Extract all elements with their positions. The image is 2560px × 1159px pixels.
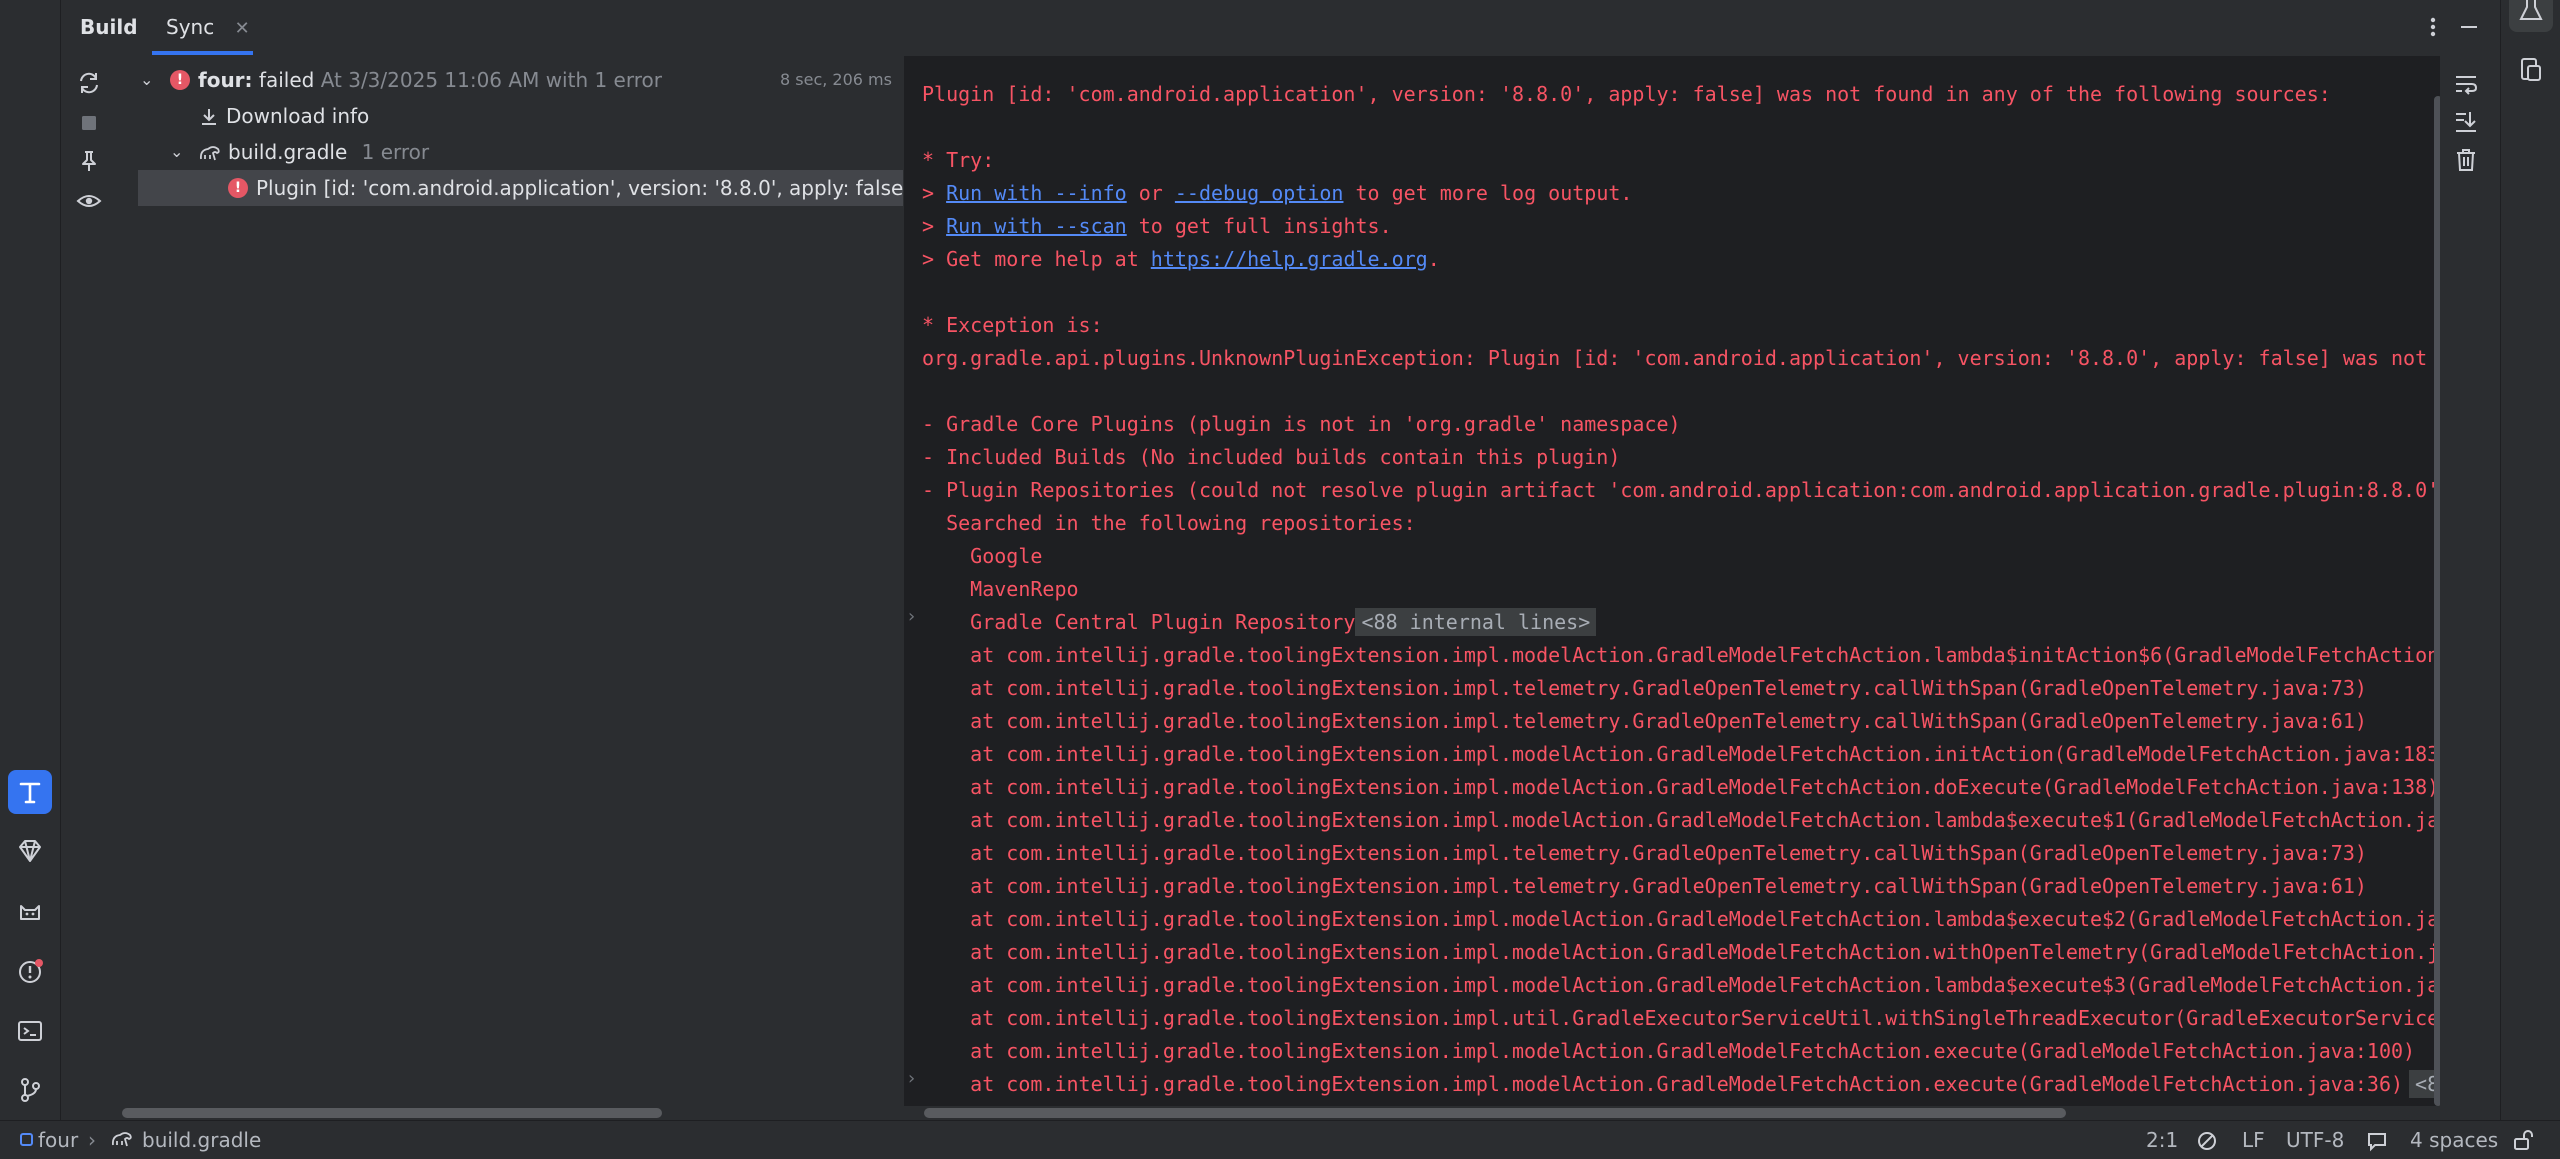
stack-line: at com.intellij.gradle.toolingExtension.…	[922, 643, 2440, 667]
git-branch-icon[interactable]	[8, 1068, 52, 1112]
console-output[interactable]: Plugin [id: 'com.android.application', v…	[904, 56, 2440, 1106]
gradle-elephant-icon	[110, 1128, 134, 1150]
left-tool-stripe	[0, 0, 61, 1120]
console-line: > Run with --info or --debug option to g…	[922, 181, 1633, 205]
stack-line: at com.intellij.gradle.toolingExtension.…	[922, 1068, 2440, 1101]
soft-wrap-icon[interactable]	[2452, 70, 2480, 98]
stack-line: at com.intellij.gradle.toolingExtension.…	[922, 676, 2367, 700]
file-encoding[interactable]: UTF-8	[2286, 1121, 2344, 1159]
tree-root-name: four:	[198, 68, 253, 92]
stop-icon[interactable]	[74, 108, 104, 138]
eye-icon[interactable]	[74, 186, 104, 216]
tab-sync[interactable]: Sync ✕	[166, 0, 250, 56]
breadcrumb-file[interactable]: build.gradle	[142, 1121, 261, 1159]
console-line: Gradle Central Plugin Repository <88 inte…	[922, 606, 1597, 639]
debug-option-link[interactable]: --debug option	[1175, 181, 1344, 205]
active-tab-indicator	[152, 51, 253, 55]
error-icon: !	[170, 70, 190, 90]
right-tool-stripe	[2500, 0, 2560, 1120]
error-icon: !	[228, 178, 248, 198]
stack-line: at com.intellij.gradle.toolingExtension.…	[922, 841, 2367, 865]
indent-setting[interactable]: 4 spaces	[2410, 1121, 2498, 1159]
minimize-icon[interactable]	[2454, 12, 2484, 42]
tab-sync-label: Sync	[166, 15, 215, 39]
console-line: - Included Builds (No included builds co…	[922, 445, 1621, 469]
console-line: * Try:	[922, 148, 995, 172]
stack-line: at com.intellij.gradle.toolingExtension.…	[922, 808, 2440, 832]
close-icon[interactable]: ✕	[235, 18, 250, 39]
more-options-icon[interactable]	[2418, 12, 2448, 42]
unlock-icon[interactable]	[2512, 1129, 2534, 1151]
stack-line: at com.intellij.gradle.toolingExtension.…	[922, 775, 2440, 799]
flask-icon[interactable]	[2509, 0, 2553, 32]
gradle-elephant-icon	[198, 142, 222, 164]
chevron-right-icon[interactable]: ›	[908, 1068, 915, 1089]
pin-icon[interactable]	[74, 146, 104, 176]
console-line: Plugin [id: 'com.android.application', v…	[922, 82, 2331, 106]
tree-download-row[interactable]: Download info	[120, 98, 900, 134]
run-with-scan-link[interactable]: Run with --scan	[946, 214, 1127, 238]
console-line: MavenRepo	[922, 577, 1079, 601]
tab-build[interactable]: Build	[80, 0, 138, 56]
stack-line: at com.intellij.gradle.toolingExtension.…	[922, 874, 2367, 898]
tree-root-time: At 3/3/2025 11:06 AM with 1 error	[320, 68, 662, 92]
gradle-help-link[interactable]: https://help.gradle.org	[1151, 247, 1428, 271]
build-file-errors: 1 error	[361, 140, 430, 164]
gem-icon[interactable]	[8, 829, 52, 873]
console-line: - Gradle Core Plugins (plugin is not in …	[922, 412, 1681, 436]
problems-icon[interactable]	[8, 949, 52, 993]
terminal-icon[interactable]	[8, 1009, 52, 1053]
stack-line: at com.intellij.gradle.toolingExtension.…	[922, 742, 2440, 766]
trash-icon[interactable]	[2452, 146, 2480, 174]
tool-window-header: Build Sync ✕	[0, 0, 2560, 56]
stack-line: at com.intellij.gradle.toolingExtension.…	[922, 1039, 2416, 1063]
console-line: > Get more help at https://help.gradle.o…	[922, 247, 1440, 271]
stack-line: at com.intellij.gradle.toolingExtension.…	[922, 907, 2440, 931]
breadcrumb-project[interactable]: four	[38, 1121, 78, 1159]
console-line: > Run with --scan to get full insights.	[922, 214, 1392, 238]
module-icon	[20, 1121, 34, 1159]
console-line: org.gradle.api.plugins.UnknownPluginExce…	[922, 346, 2440, 370]
line-separator[interactable]: LF	[2242, 1121, 2265, 1159]
tree-build-file-row[interactable]: ⌄ build.gradle 1 error	[120, 134, 900, 170]
stack-line: at com.intellij.gradle.toolingExtension.…	[922, 1006, 2440, 1030]
caret-position[interactable]: 2:1	[2146, 1121, 2178, 1159]
chevron-down-icon[interactable]: ⌄	[140, 62, 153, 98]
run-with-info-link[interactable]: Run with --info	[946, 181, 1127, 205]
tree-root-status: failed	[258, 68, 315, 92]
cat-icon[interactable]	[8, 889, 52, 933]
text-tool-icon[interactable]	[8, 770, 52, 814]
chevron-down-icon[interactable]: ⌄	[170, 134, 183, 170]
console-toolbar	[2440, 56, 2496, 1116]
console-line: * Exception is:	[922, 313, 1103, 337]
stack-line: at com.intellij.gradle.toolingExtension.…	[922, 940, 2440, 964]
download-info-label: Download info	[226, 104, 370, 128]
tree-root-row[interactable]: ⌄ ! four: failed At 3/3/2025 11:06 AM wi…	[120, 62, 900, 98]
comment-icon[interactable]	[2366, 1130, 2388, 1152]
tree-horizontal-scrollbar[interactable]	[122, 1108, 662, 1118]
vcs-icon[interactable]	[2196, 1130, 2218, 1152]
stack-line: at com.intellij.gradle.toolingExtension.…	[922, 973, 2440, 997]
error-message: Plugin [id: 'com.android.application', v…	[256, 176, 903, 200]
chevron-right-icon[interactable]: ›	[908, 606, 915, 627]
tree-root-duration: 8 sec, 206 ms	[780, 70, 892, 89]
tree-error-row[interactable]: ! Plugin [id: 'com.android.application',…	[138, 170, 903, 206]
console-line: - Plugin Repositories (could not resolve…	[922, 478, 2440, 502]
build-file-name: build.gradle	[228, 140, 348, 164]
stack-line: at com.intellij.gradle.toolingExtension.…	[922, 709, 2367, 733]
refresh-icon[interactable]	[74, 68, 104, 98]
scroll-to-end-icon[interactable]	[2452, 108, 2480, 136]
status-bar: four › build.gradle 2:1 LF UTF-8 4 space…	[0, 1120, 2560, 1159]
folded-internal-lines[interactable]: <88 internal lines>	[1355, 608, 1597, 636]
download-icon	[198, 106, 220, 128]
device-manager-icon[interactable]	[2509, 48, 2553, 92]
build-tree: ⌄ ! four: failed At 3/3/2025 11:06 AM wi…	[120, 60, 903, 1120]
console-line: Searched in the following repositories:	[922, 511, 1416, 535]
chevron-right-icon: ›	[88, 1128, 96, 1152]
console-line: Google	[922, 544, 1043, 568]
console-horizontal-scrollbar[interactable]	[924, 1108, 2066, 1118]
